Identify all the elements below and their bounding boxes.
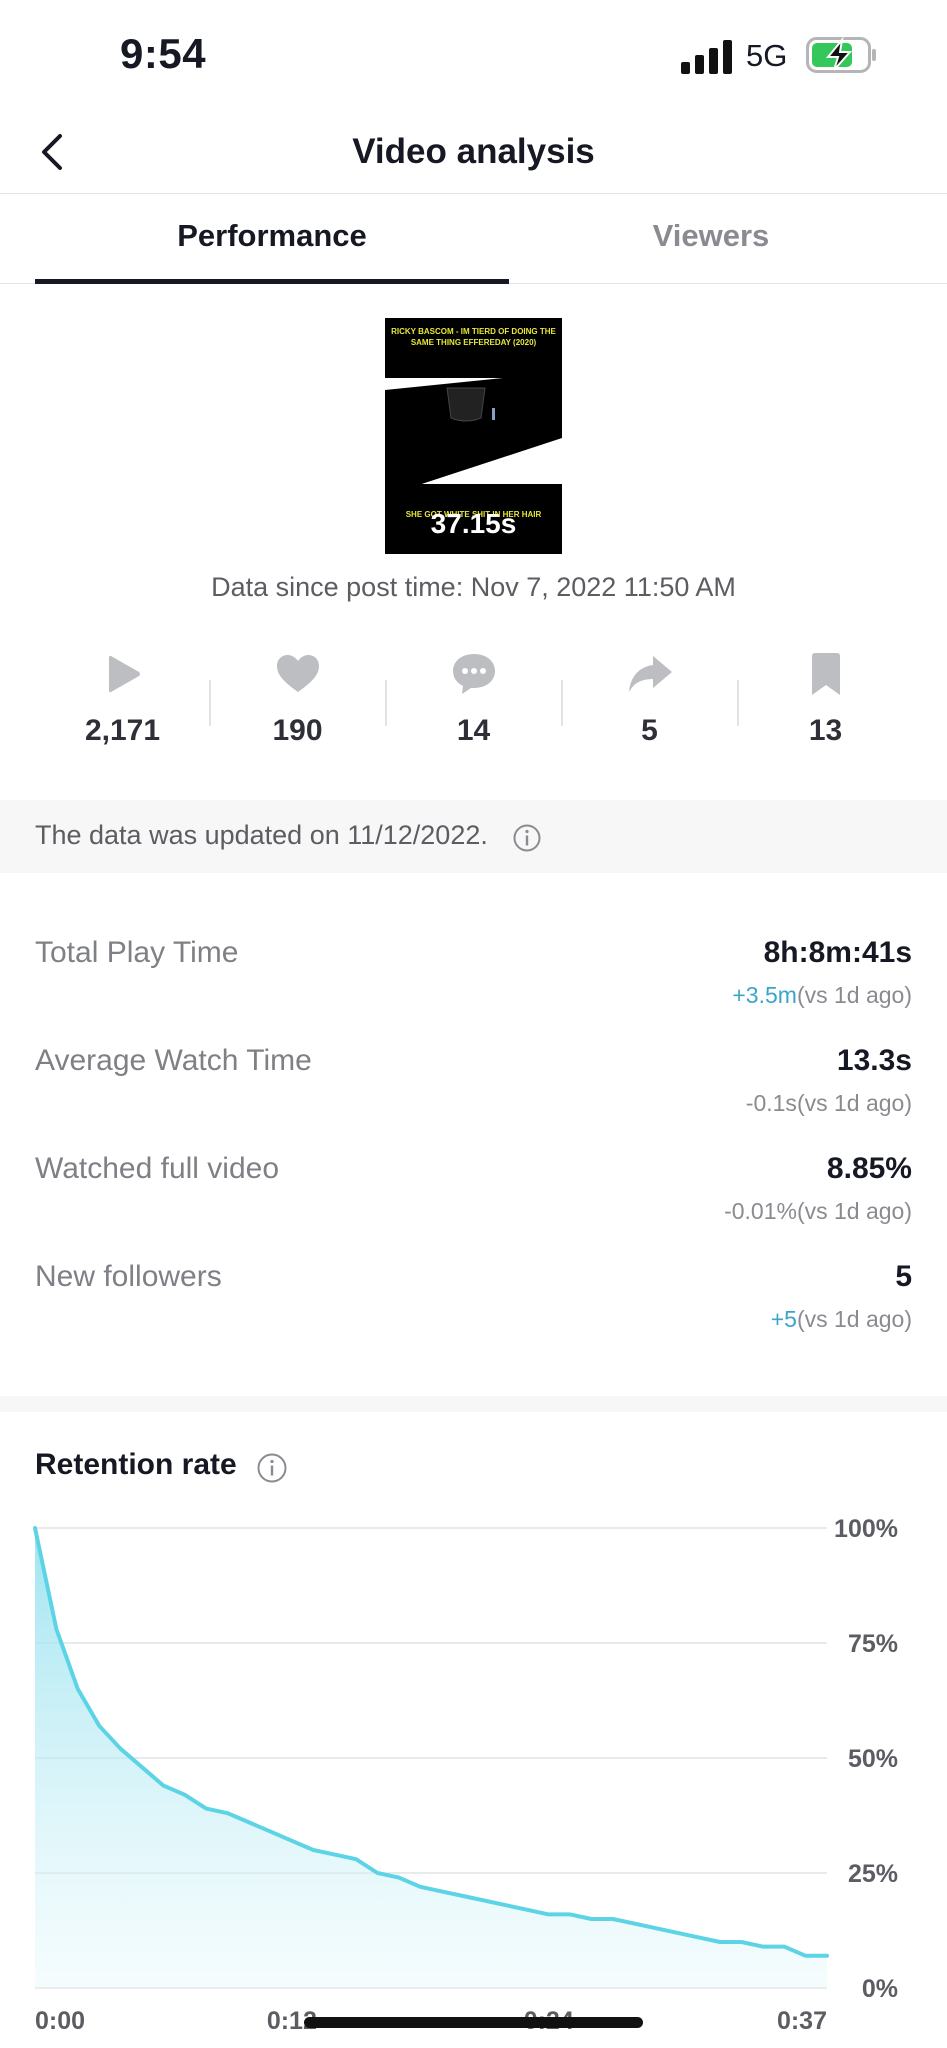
bookmark-icon [811, 653, 840, 695]
tab-viewers[interactable]: Viewers [474, 194, 947, 284]
cellular-signal-icon [681, 40, 732, 74]
comment-icon [452, 654, 495, 694]
metric-delta: -0.01%(vs 1d ago) [724, 1198, 912, 1225]
update-notice-banner: The data was updated on 11/12/2022. [0, 800, 947, 873]
tab-bar: Performance Viewers [0, 194, 947, 284]
stat-views: 2,171 [35, 650, 210, 765]
shares-count: 5 [641, 714, 658, 747]
metric-new-followers: New followers 5 +5(vs 1d ago) [35, 1260, 912, 1350]
status-bar: 9:54 5G [0, 0, 947, 110]
metric-delta: +5(vs 1d ago) [771, 1306, 912, 1333]
metric-value: 5 [895, 1260, 912, 1293]
y-tick-label: 50% [848, 1745, 898, 1773]
metric-total-play-time: Total Play Time 8h:8m:41s +3.5m(vs 1d ag… [35, 936, 912, 1026]
thumbnail-caption-area: RICKY BASCOM - IM TIERD OF DOING THE SAM… [385, 318, 562, 378]
likes-count: 190 [272, 714, 323, 747]
tab-performance[interactable]: Performance [35, 194, 509, 284]
stat-saves: 13 [738, 650, 913, 765]
heart-icon [276, 655, 319, 692]
metric-label: New followers [35, 1260, 222, 1293]
play-icon [108, 655, 140, 693]
delta-suffix: (vs 1d ago) [796, 1090, 912, 1116]
video-thumbnail[interactable]: RICKY BASCOM - IM TIERD OF DOING THE SAM… [385, 318, 562, 554]
y-tick-label: 0% [862, 1975, 898, 2003]
metric-value: 13.3s [836, 1044, 912, 1077]
stat-shares: 5 [562, 650, 737, 765]
delta-value: +3.5m [732, 982, 797, 1008]
comments-count: 14 [456, 714, 491, 747]
network-type: 5G [746, 38, 788, 73]
metric-label: Total Play Time [35, 936, 239, 969]
delta-value: -0.01% [724, 1198, 797, 1224]
delta-value: -0.1s [745, 1090, 797, 1116]
views-count: 2,171 [84, 714, 161, 747]
y-tick-label: 100% [834, 1515, 898, 1543]
thumbnail-scene [385, 378, 562, 484]
y-tick-label: 25% [848, 1860, 898, 1888]
engagement-stats: 2,171 190 14 5 13 [35, 650, 912, 765]
update-notice-text: The data was updated on 11/12/2022. [35, 820, 488, 850]
info-icon[interactable] [512, 823, 542, 853]
data-since-text: Data since post time: Nov 7, 2022 11:50 … [211, 572, 736, 602]
metric-delta: +3.5m(vs 1d ago) [732, 982, 912, 1009]
metric-delta: -0.1s(vs 1d ago) [746, 1090, 912, 1117]
metric-value: 8h:8m:41s [763, 936, 912, 969]
x-tick-label: 0:00 [35, 2007, 85, 2035]
delta-suffix: (vs 1d ago) [796, 982, 912, 1008]
metric-label: Watched full video [35, 1152, 280, 1185]
metric-average-watch-time: Average Watch Time 13.3s -0.1s(vs 1d ago… [35, 1044, 912, 1134]
metric-value: 8.85% [826, 1152, 912, 1185]
delta-suffix: (vs 1d ago) [796, 1198, 912, 1224]
battery-charging-icon [806, 37, 876, 73]
active-tab-indicator [35, 279, 509, 284]
delta-value: +5 [770, 1306, 797, 1332]
section-divider [0, 1396, 947, 1412]
share-icon [628, 656, 672, 692]
x-tick-label: 0:37 [777, 2007, 827, 2035]
stat-likes: 190 [210, 650, 385, 765]
status-time: 9:54 [120, 30, 207, 77]
retention-title: Retention rate [35, 1448, 237, 1481]
info-icon[interactable] [256, 1452, 288, 1484]
thumbnail-caption-top: RICKY BASCOM - IM TIERD OF DOING THE SAM… [391, 327, 556, 347]
video-duration: 37.15s [430, 508, 517, 539]
retention-chart: 100%75%50%25%0%0:000:120:240:37 [33, 1515, 898, 2035]
saves-count: 13 [808, 714, 843, 747]
stat-comments: 14 [386, 650, 561, 765]
y-tick-label: 75% [848, 1630, 898, 1658]
page-title: Video analysis [352, 132, 595, 171]
delta-suffix: (vs 1d ago) [796, 1306, 912, 1332]
header: Video analysis [0, 110, 947, 194]
metric-label: Average Watch Time [35, 1044, 312, 1077]
home-indicator [304, 2017, 643, 2028]
metric-watched-full-video: Watched full video 8.85% -0.01%(vs 1d ag… [35, 1152, 912, 1242]
